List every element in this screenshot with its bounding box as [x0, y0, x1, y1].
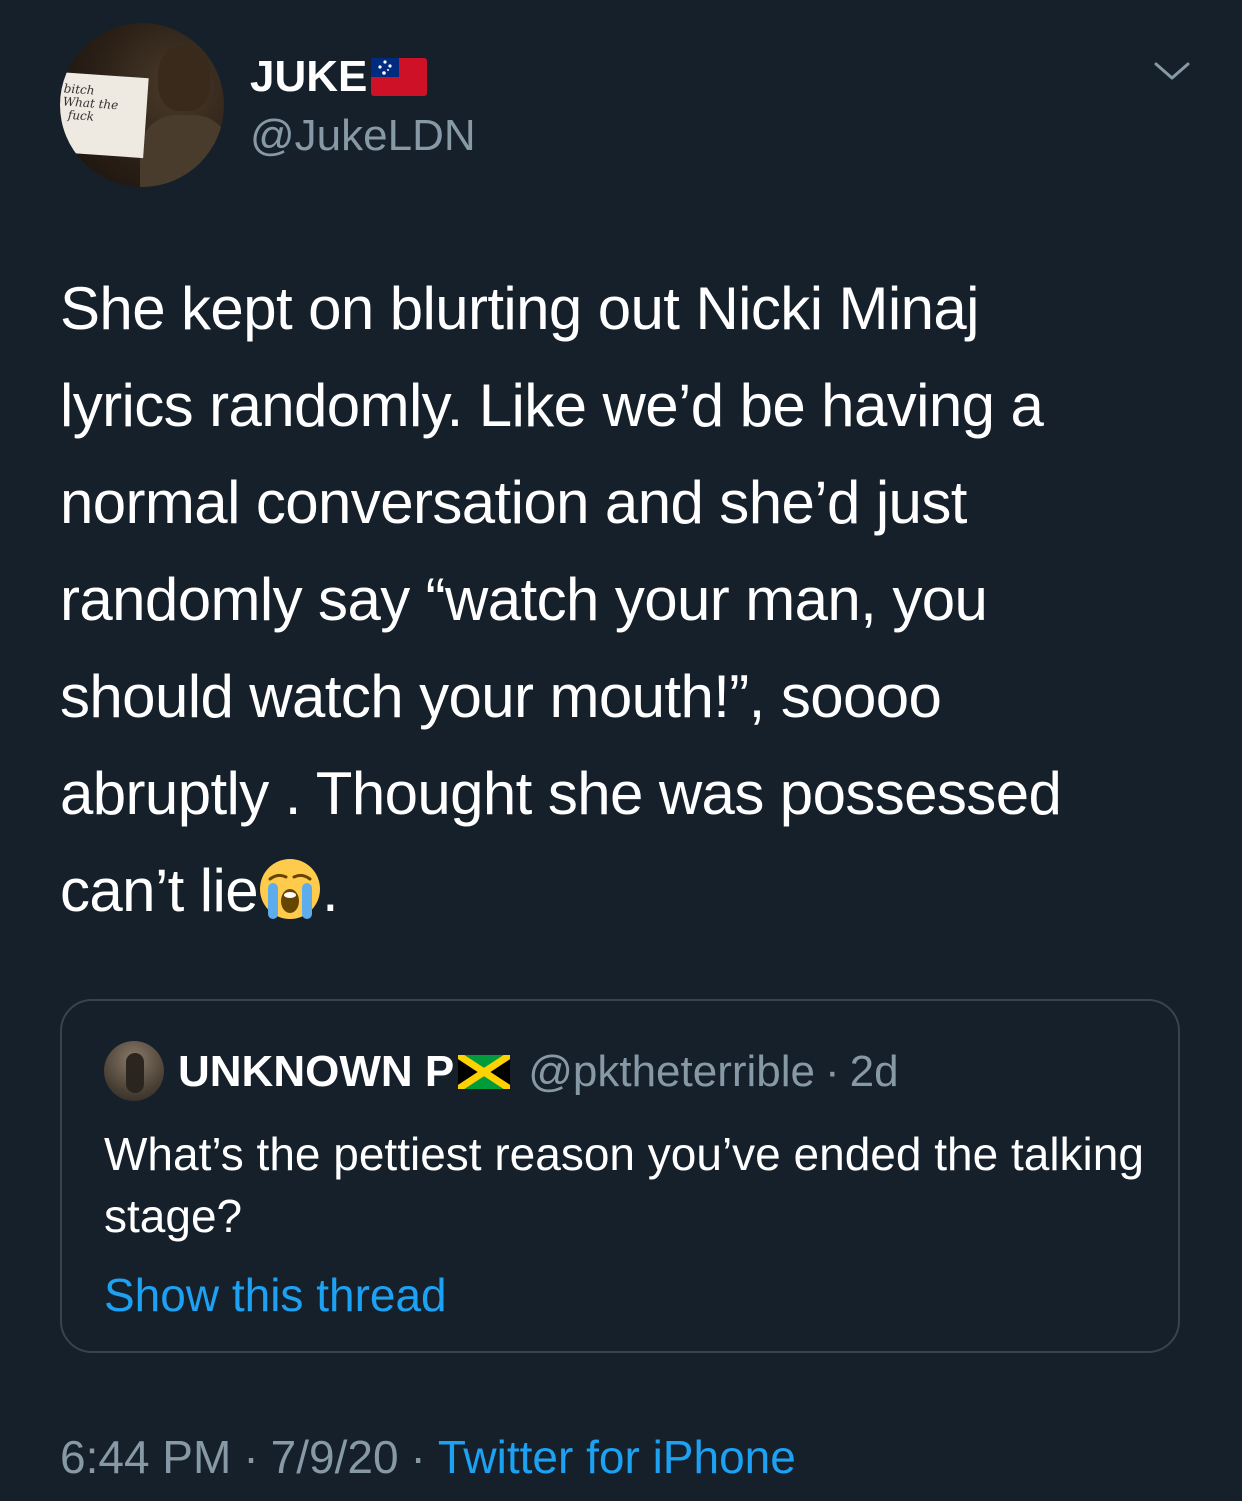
- tweet-date: 7/9/20: [270, 1431, 399, 1483]
- quoted-tweet-card[interactable]: UNKNOWN P @pktheterrible · 2d What’s the…: [60, 999, 1180, 1353]
- avatar-sign: bitch What the fuck: [60, 71, 149, 159]
- author-name-text: JUKE: [250, 52, 368, 101]
- tweet-text: She kept on blurting out Nicki Minaj lyr…: [60, 260, 1190, 939]
- tweet-time: 6:44 PM: [60, 1431, 232, 1483]
- quoted-tweet-text: What’s the pettiest reason you’ve ended …: [104, 1128, 1144, 1242]
- samoa-flag-icon: [371, 58, 428, 96]
- quoted-separator: ·: [825, 1047, 840, 1096]
- chevron-down-icon[interactable]: [1152, 56, 1192, 86]
- tweet-source-link[interactable]: Twitter for iPhone: [438, 1431, 796, 1483]
- tweet-text-end: .: [322, 857, 339, 924]
- tweet-text-line: randomly say “watch your man, you: [60, 566, 988, 633]
- tweet-text-line: lyrics randomly. Like we’d be having a: [60, 372, 1044, 439]
- author-avatar[interactable]: bitch What the fuck: [60, 23, 224, 187]
- tweet-text-line: can’t lie: [60, 857, 259, 924]
- show-thread-link[interactable]: Show this thread: [104, 1267, 447, 1323]
- quoted-tweet-header: UNKNOWN P @pktheterrible · 2d: [178, 1045, 899, 1099]
- tweet-text-line: abruptly . Thought she was possessed: [60, 760, 1062, 827]
- author-handle[interactable]: @JukeLDN: [250, 108, 476, 164]
- quoted-avatar-figure: [126, 1053, 144, 1093]
- metadata-separator: ·: [410, 1431, 426, 1483]
- tweet-text-line: should watch your mouth!”, soooo: [60, 663, 942, 730]
- avatar-body-shape: [140, 115, 224, 187]
- quoted-tweet-age: 2d: [849, 1047, 899, 1096]
- tweet-text-line: She kept on blurting out Nicki Minaj: [60, 275, 979, 342]
- tweet-metadata: 6:44 PM · 7/9/20 · Twitter for iPhone: [60, 1428, 796, 1486]
- quoted-author-handle: @pktheterrible: [528, 1047, 815, 1096]
- tweet-text-line: normal conversation and she’d just: [60, 469, 967, 536]
- quoted-author-name: UNKNOWN P: [178, 1047, 455, 1096]
- jamaica-flag-icon: [458, 1055, 511, 1089]
- avatar-face-shape: [158, 45, 210, 111]
- metadata-separator: ·: [243, 1431, 259, 1483]
- loudly-crying-face-emoji: [258, 852, 322, 919]
- author-display-name[interactable]: JUKE: [250, 52, 428, 102]
- quoted-author-avatar: [104, 1041, 164, 1101]
